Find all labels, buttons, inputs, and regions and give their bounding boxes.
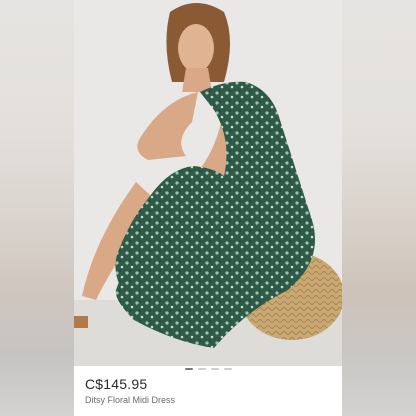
pagination-dot-icon[interactable] (210, 368, 219, 370)
image-pagination[interactable] (74, 368, 342, 370)
model-face (178, 24, 214, 72)
blurred-background-right (342, 0, 416, 416)
product-card[interactable]: C$145.95 Ditsy Floral Midi Dress (74, 0, 342, 416)
model-shoe (74, 316, 88, 328)
blurred-background-left (0, 0, 74, 416)
product-title[interactable]: Ditsy Floral Midi Dress (85, 395, 175, 405)
model-arm (137, 92, 198, 160)
product-price: C$145.95 (85, 376, 148, 392)
pagination-dot-icon[interactable] (197, 368, 206, 370)
screenshot-frame: C$145.95 Ditsy Floral Midi Dress (0, 0, 416, 416)
pagination-dot-icon[interactable] (223, 368, 232, 370)
product-photo[interactable] (74, 0, 342, 366)
pagination-dot-icon[interactable] (184, 368, 193, 370)
